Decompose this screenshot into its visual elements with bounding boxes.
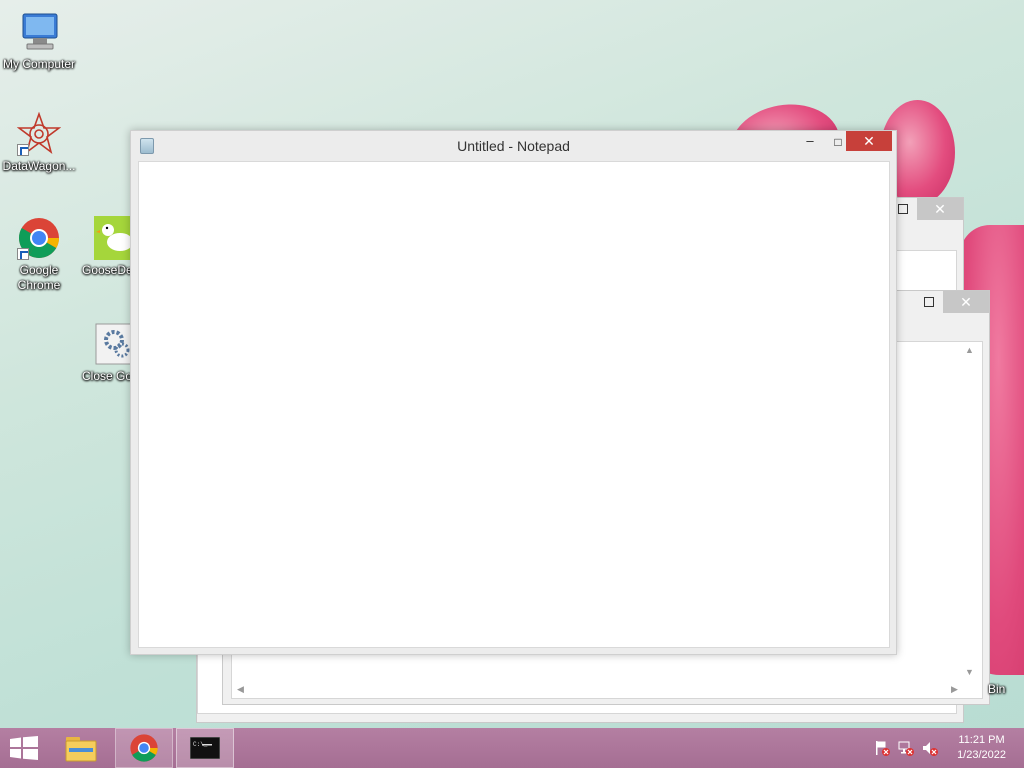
desktop-icon-recycle-bin[interactable]: Bin	[966, 682, 1024, 697]
window-title: Untitled - Notepad	[457, 138, 570, 154]
taskbar-command-prompt[interactable]: C:\_	[176, 728, 234, 768]
close-button[interactable]: ✕	[943, 291, 989, 313]
taskbar-file-explorer[interactable]	[52, 728, 110, 768]
clock-date: 1/23/2022	[957, 749, 1006, 761]
maximize-icon	[924, 297, 934, 307]
volume-muted-icon[interactable]	[922, 740, 938, 756]
desktop-icon-datawagon[interactable]: DataWagon...	[1, 111, 77, 174]
maximize-button[interactable]	[915, 291, 943, 313]
action-center-flag-icon[interactable]	[874, 740, 890, 756]
window-title-buttons: ✕	[915, 291, 989, 313]
computer-icon	[17, 10, 61, 54]
start-button[interactable]	[0, 728, 48, 768]
clock[interactable]: 11:21 PM 1/23/2022	[957, 733, 1006, 763]
shortcut-arrow-icon	[17, 144, 29, 156]
chrome-icon	[130, 734, 158, 762]
clock-time: 11:21 PM	[958, 734, 1005, 746]
taskbar-chrome[interactable]	[115, 728, 173, 768]
scrollbar-up-icon[interactable]: ▲	[965, 345, 974, 355]
scrollbar-left-icon[interactable]: ◀	[237, 684, 244, 695]
network-icon[interactable]	[898, 740, 914, 756]
desktop-icon-label: My Computer	[2, 57, 76, 71]
scrollbar-right-icon[interactable]: ▶	[951, 684, 958, 695]
maximize-icon	[898, 204, 908, 214]
datawagon-icon	[16, 111, 62, 156]
file-explorer-icon	[65, 737, 97, 762]
close-button[interactable]: ✕	[846, 131, 892, 151]
close-button[interactable]: ✕	[917, 198, 963, 220]
command-prompt-icon: C:\_	[190, 737, 220, 759]
minimize-button[interactable]: –	[796, 131, 824, 153]
text-editor-area[interactable]	[138, 161, 890, 648]
scrollbar-down-icon[interactable]: ▼	[965, 667, 974, 677]
window-title-buttons: ✕	[889, 198, 963, 220]
notepad-window[interactable]: Untitled - Notepad – □ ✕	[130, 130, 897, 655]
desktop: My Computer DataWagon... Google Chrome G…	[0, 0, 1024, 728]
taskbar: C:\_ 11:21 PM 1/23/2022	[0, 728, 1024, 768]
desktop-icon-label: DataWagon...	[2, 159, 76, 173]
desktop-icon-google-chrome[interactable]: Google Chrome	[1, 216, 77, 293]
shortcut-arrow-icon	[17, 248, 29, 260]
desktop-icon-label: Bin	[988, 682, 1006, 696]
desktop-icon-label: Google Chrome	[17, 263, 61, 292]
windows-start-icon	[10, 736, 38, 760]
chrome-icon	[17, 216, 61, 260]
desktop-icon-my-computer[interactable]: My Computer	[1, 10, 77, 72]
